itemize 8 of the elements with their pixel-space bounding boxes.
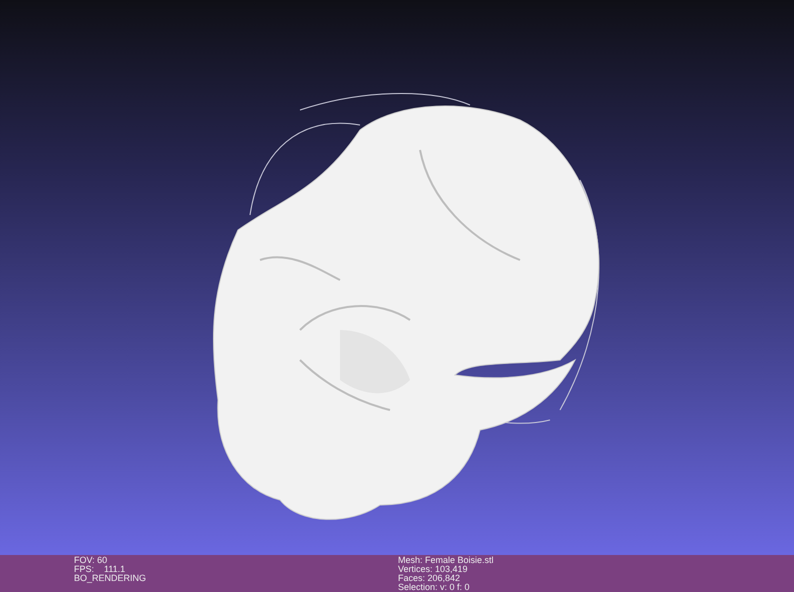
info-text: Selection: v: 0 f: 0: [398, 583, 471, 592]
info-text: FOV: 60: [74, 556, 108, 565]
info-text: Faces: 206,842: [398, 574, 460, 583]
info-text: Mesh: Female Boisie.stl: [398, 556, 494, 565]
info-text: BO_RENDERING: [74, 574, 148, 583]
3d-viewport[interactable]: [0, 0, 794, 555]
info-text: Vertices: 103,419: [398, 565, 469, 574]
info-text: FPS: 111.1: [74, 565, 126, 574]
